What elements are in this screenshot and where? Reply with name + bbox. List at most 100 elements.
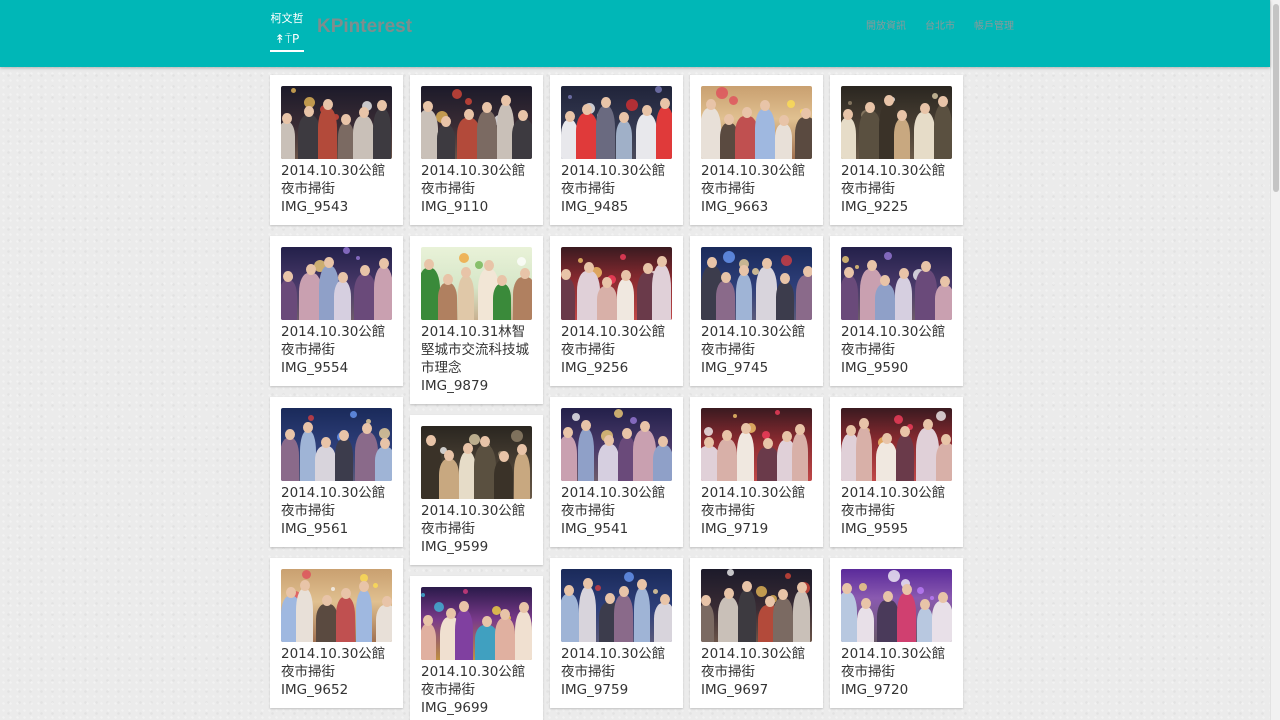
grid-column: 2014.10.30公館夜市掃街 IMG_9485 2014.10.30公館夜市掃街…	[550, 75, 683, 719]
photo-card[interactable]: 2014.10.30公館夜市掃街 IMG_9595	[830, 397, 963, 547]
nav-links: 開放資訊 台北市 帳戶管理	[866, 20, 1014, 34]
photo-face	[286, 587, 296, 598]
brand-link[interactable]: KPinterest	[317, 15, 412, 39]
photo-card[interactable]: 2014.10.30公館夜市掃街 IMG_9720	[830, 558, 963, 708]
photo-card[interactable]: 2014.10.30公館夜市掃街 IMG_9590	[830, 236, 963, 386]
scrollbar-thumb[interactable]	[1273, 4, 1279, 192]
photo-figure	[841, 118, 856, 159]
photo-face	[500, 95, 511, 106]
photo-face	[778, 115, 789, 126]
photo-thumbnail[interactable]	[701, 247, 812, 320]
photo-card[interactable]: 2014.10.30公館夜市掃街 IMG_9745	[690, 236, 823, 386]
photo-card[interactable]: 2014.10.30公館夜市掃街 IMG_9561	[270, 397, 403, 547]
photo-thumbnail[interactable]	[281, 408, 392, 481]
photo-thumbnail[interactable]	[701, 408, 812, 481]
photo-face	[340, 588, 351, 599]
photo-face	[497, 275, 507, 286]
photo-figure	[338, 123, 354, 159]
photo-light	[373, 583, 378, 588]
photo-face	[742, 581, 752, 592]
photo-id: IMG_9699	[421, 700, 489, 716]
photo-thumbnail[interactable]	[701, 569, 812, 642]
photo-card[interactable]: 2014.10.30公館夜市掃街 IMG_9599	[410, 415, 543, 565]
photo-face	[462, 443, 473, 454]
photo-face	[866, 260, 877, 271]
photo-thumbnail[interactable]	[561, 408, 672, 481]
photo-id: IMG_9719	[701, 521, 769, 537]
photo-face	[358, 107, 369, 118]
photo-figure	[796, 275, 812, 320]
photo-face	[284, 429, 295, 440]
photo-figure	[561, 594, 579, 642]
photo-light	[624, 572, 634, 582]
photo-card[interactable]: 2014.10.30公館夜市掃街 IMG_9110	[410, 75, 543, 225]
photo-card[interactable]: 2014.10.30公館夜市掃街 IMG_9697	[690, 558, 823, 708]
photo-card[interactable]: 2014.10.30公館夜市掃街 IMG_9699	[410, 576, 543, 720]
photo-figure	[437, 125, 455, 159]
photo-thumbnail[interactable]	[841, 86, 952, 159]
photo-id: IMG_9745	[701, 360, 769, 376]
photo-thumbnail[interactable]	[421, 247, 532, 320]
photo-card[interactable]: 2014.10.30公館夜市掃街 IMG_9719	[690, 397, 823, 547]
photo-card[interactable]: 2014.10.30公館夜市掃街 IMG_9485	[550, 75, 683, 225]
photo-face	[305, 264, 316, 275]
photo-face	[480, 436, 490, 447]
photo-figure	[755, 109, 775, 159]
photo-thumbnail[interactable]	[281, 247, 392, 320]
photo-face	[860, 598, 871, 609]
photo-face	[620, 270, 631, 281]
logo[interactable]: 柯文哲 ↟⍑P	[270, 12, 304, 54]
nav-link-taipei[interactable]: 台北市	[925, 20, 955, 34]
photo-face	[741, 107, 752, 118]
photo-thumbnail[interactable]	[841, 247, 952, 320]
photo-card[interactable]: 2014.10.30公館夜市掃街 IMG_9225	[830, 75, 963, 225]
photo-light	[626, 99, 638, 111]
top-navbar: 柯文哲 ↟⍑P KPinterest 開放資訊 台北市 帳戶管理	[0, 0, 1270, 67]
photo-light	[308, 415, 314, 421]
photo-thumbnail[interactable]	[841, 408, 952, 481]
photo-figure	[596, 106, 615, 159]
logo-symbol: ↟⍑P	[274, 32, 300, 46]
photo-light	[578, 258, 583, 263]
photo-face	[780, 273, 790, 284]
photo-thumbnail[interactable]	[841, 569, 952, 642]
photo-thumbnail[interactable]	[421, 86, 532, 159]
nav-link-open-info[interactable]: 開放資訊	[866, 20, 906, 34]
photo-card[interactable]: 2014.10.30公館夜市掃街 IMG_9759	[550, 558, 683, 708]
photo-card[interactable]: 2014.10.30公館夜市掃街 IMG_9256	[550, 236, 683, 386]
photo-card[interactable]: 2014.10.30公館夜市掃街 IMG_9663	[690, 75, 823, 225]
photo-caption: 2014.10.30公館夜市掃街	[841, 163, 946, 197]
photo-thumbnail[interactable]	[281, 569, 392, 642]
photo-thumbnail[interactable]	[701, 86, 812, 159]
photo-thumbnail[interactable]	[421, 426, 532, 499]
photo-thumbnail[interactable]	[561, 86, 672, 159]
photo-figure	[792, 433, 808, 481]
photo-light	[723, 251, 735, 263]
photo-thumbnail[interactable]	[421, 587, 532, 660]
photo-face	[844, 267, 854, 278]
photo-figure	[598, 444, 619, 481]
photo-light	[475, 261, 483, 269]
photo-figure	[334, 281, 351, 320]
photo-card[interactable]: 2014.10.30公館夜市掃街 IMG_9543	[270, 75, 403, 225]
photo-card[interactable]: 2014.10.30公館夜市掃街 IMG_9541	[550, 397, 683, 547]
photo-figure	[300, 431, 316, 481]
photo-face	[761, 258, 772, 269]
photo-card[interactable]: 2014.10.31林智堅城市交流科技城市理念 IMG_9879	[410, 236, 543, 404]
photo-face	[883, 95, 894, 106]
nav-link-account[interactable]: 帳戶管理	[974, 20, 1014, 34]
photo-light	[888, 570, 900, 582]
photo-card[interactable]: 2014.10.30公館夜市掃街 IMG_9554	[270, 236, 403, 386]
photo-card[interactable]: 2014.10.30公館夜市掃街 IMG_9652	[270, 558, 403, 708]
photo-face	[380, 438, 390, 449]
photo-thumbnail[interactable]	[561, 569, 672, 642]
photo-thumbnail[interactable]	[561, 247, 672, 320]
photo-face	[281, 113, 292, 124]
photo-face	[444, 450, 454, 461]
scrollbar[interactable]	[1270, 0, 1280, 720]
photo-caption: 2014.10.30公館夜市掃街	[561, 646, 666, 680]
photo-light	[930, 596, 934, 600]
photo-face	[459, 601, 469, 612]
photo-caption: 2014.10.30公館夜市掃街	[701, 646, 806, 680]
photo-thumbnail[interactable]	[281, 86, 392, 159]
